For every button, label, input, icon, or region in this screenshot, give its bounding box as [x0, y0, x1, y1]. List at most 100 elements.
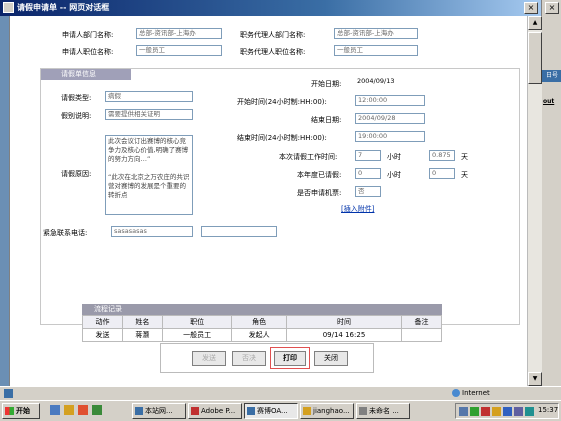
tray-icon[interactable]: [470, 407, 479, 416]
emergency-field[interactable]: sasasasas: [111, 226, 193, 237]
desktop-icon[interactable]: [92, 405, 102, 415]
status-bar: Internet: [0, 386, 561, 401]
flow-table: 动作 姓名 职位 角色 时间 备注 发送 蒋灏 一般员工 发起人 09/14 1…: [82, 315, 442, 342]
window-title-bar[interactable]: 请假申请单 -- 网页对话框 ×: [0, 0, 541, 16]
leave-type-field[interactable]: 病假: [105, 91, 193, 102]
background-window-strip: × 日号 out: [541, 0, 561, 390]
end-date-label: 结束日期:: [311, 116, 342, 124]
proxy-dept-label: 职务代理人部门名称:: [240, 31, 306, 39]
flow-cell-note: [401, 328, 442, 342]
start-label: 开始: [16, 407, 30, 415]
print-button[interactable]: 打印: [274, 351, 306, 366]
flow-cell-position: 一般员工: [161, 328, 233, 342]
reason-textarea[interactable]: 此次会议订出赛博的核心竞争力及核心价值,明确了赛博的努力方向…” “此次在北京之…: [105, 135, 193, 215]
workhours-label: 本次请假工作时间:: [279, 153, 338, 161]
yearly-label: 本年度已请假:: [297, 171, 342, 179]
close-button[interactable]: 关闭: [314, 351, 348, 366]
tray-icon[interactable]: [481, 407, 490, 416]
ie-icon: [135, 407, 143, 415]
task-label: 本站网...: [145, 407, 173, 415]
dept-label: 申请人部门名称:: [62, 31, 114, 39]
tray-icon[interactable]: [514, 407, 523, 416]
yearly-hours-field[interactable]: 0: [355, 168, 381, 179]
workhours-hours-field[interactable]: 7: [355, 150, 381, 161]
system-tray: 15:37: [455, 403, 559, 419]
tray-icon[interactable]: [459, 407, 468, 416]
end-date-field[interactable]: 2004/09/28: [355, 113, 425, 124]
end-time-field[interactable]: 19:00:00: [355, 131, 425, 142]
background-window-strip-left: [0, 16, 9, 386]
leave-type-label: 请假类型:: [61, 94, 92, 102]
folder-icon: [303, 407, 311, 415]
clock[interactable]: 15:37: [538, 406, 558, 414]
leave-info-panel: 请假单信息 请假类型: 病假 假别说明: 需要提供相关证明 请假原因: 此次会议…: [40, 68, 520, 325]
logout-link[interactable]: out: [543, 98, 554, 105]
flow-col-position: 职位: [161, 315, 233, 329]
job-field[interactable]: 一般员工: [136, 45, 222, 56]
ie-icon: [247, 407, 255, 415]
outlook-icon[interactable]: [78, 405, 88, 415]
folder-icon[interactable]: [64, 405, 74, 415]
task-label: 赛博OA...: [257, 407, 288, 415]
scroll-up-icon[interactable]: ▲: [528, 16, 542, 30]
days-unit: 天: [461, 153, 468, 161]
start-button[interactable]: 开始: [2, 403, 40, 419]
vertical-scrollbar[interactable]: ▲ ▼: [527, 16, 542, 386]
emergency-extra-field[interactable]: [201, 226, 277, 237]
dialog-content: 申请人部门名称: 总部-资讯部-上海办 职务代理人部门名称: 总部-资讯部-上海…: [9, 16, 542, 386]
close-icon[interactable]: ×: [524, 2, 538, 14]
scroll-down-icon[interactable]: ▼: [528, 372, 542, 386]
leave-desc-field[interactable]: 需要提供相关证明: [105, 109, 193, 120]
leave-section-title: 请假单信息: [41, 69, 131, 80]
ie-icon[interactable]: [50, 405, 60, 415]
flow-cell-name: 蒋灏: [121, 328, 163, 342]
taskbar-item[interactable]: Adobe P...: [188, 403, 242, 419]
flow-cell-role: 发起人: [231, 328, 287, 342]
ticket-field[interactable]: 否: [355, 186, 381, 197]
flow-col-time: 时间: [286, 315, 402, 329]
window-title: 请假申请单 -- 网页对话框: [17, 3, 110, 12]
leave-desc-label: 假别说明:: [61, 112, 92, 120]
taskbar-item-active[interactable]: 赛博OA...: [244, 403, 298, 419]
proxy-job-field[interactable]: 一般员工: [334, 45, 418, 56]
tray-icon[interactable]: [492, 407, 501, 416]
tray-icon[interactable]: [525, 407, 534, 416]
proxy-dept-field[interactable]: 总部-资讯部-上海办: [334, 28, 418, 39]
ticket-label: 是否申请机票:: [297, 189, 342, 197]
taskbar-item[interactable]: jianghao...: [300, 403, 354, 419]
flow-cell-action: 发送: [82, 328, 123, 342]
task-label: Adobe P...: [201, 407, 236, 415]
reason-label: 请假原因:: [61, 170, 92, 178]
paint-icon: [359, 407, 367, 415]
start-time-field[interactable]: 12:00:00: [355, 95, 425, 106]
days-unit-2: 天: [461, 171, 468, 179]
hours-unit: 小时: [387, 153, 401, 161]
job-label: 申请人职位名称:: [62, 48, 114, 56]
start-time-label: 开始时间(24小时制:HH:00):: [237, 98, 327, 106]
flow-header-row: 动作 姓名 职位 角色 时间 备注: [82, 315, 442, 329]
tray-icon[interactable]: [503, 407, 512, 416]
taskbar-item[interactable]: 本站网...: [132, 403, 186, 419]
flow-col-note: 备注: [401, 315, 442, 329]
table-row: 发送 蒋灏 一般员工 发起人 09/14 16:25: [82, 328, 442, 342]
page-icon: [4, 389, 13, 398]
task-label: jianghao...: [313, 407, 350, 415]
workhours-days-field[interactable]: 0.875: [429, 150, 455, 161]
flow-cell-time: 09/14 16:25: [286, 328, 402, 342]
start-date-value: 2004/09/13: [355, 77, 425, 88]
insert-attachment-link[interactable]: [插入附件]: [341, 204, 374, 214]
windows-logo-icon: [5, 407, 14, 415]
start-date-label: 开始日期:: [311, 80, 342, 88]
taskbar-item[interactable]: 未命名 ...: [356, 403, 410, 419]
close-icon[interactable]: ×: [545, 2, 559, 14]
scroll-thumb[interactable]: [528, 32, 542, 84]
send-button[interactable]: 发送: [192, 351, 226, 366]
emergency-label: 紧急联系电话:: [43, 229, 88, 237]
taskbar: 开始 本站网... Adobe P... 赛博OA... jianghao...…: [0, 400, 561, 421]
flow-section-title: 流程记录: [82, 304, 442, 315]
task-label: 未命名 ...: [369, 407, 399, 415]
dept-field[interactable]: 总部-资讯部-上海办: [136, 28, 222, 39]
flow-col-role: 角色: [231, 315, 287, 329]
reject-button[interactable]: 否决: [232, 351, 266, 366]
yearly-days-field[interactable]: 0: [429, 168, 455, 179]
